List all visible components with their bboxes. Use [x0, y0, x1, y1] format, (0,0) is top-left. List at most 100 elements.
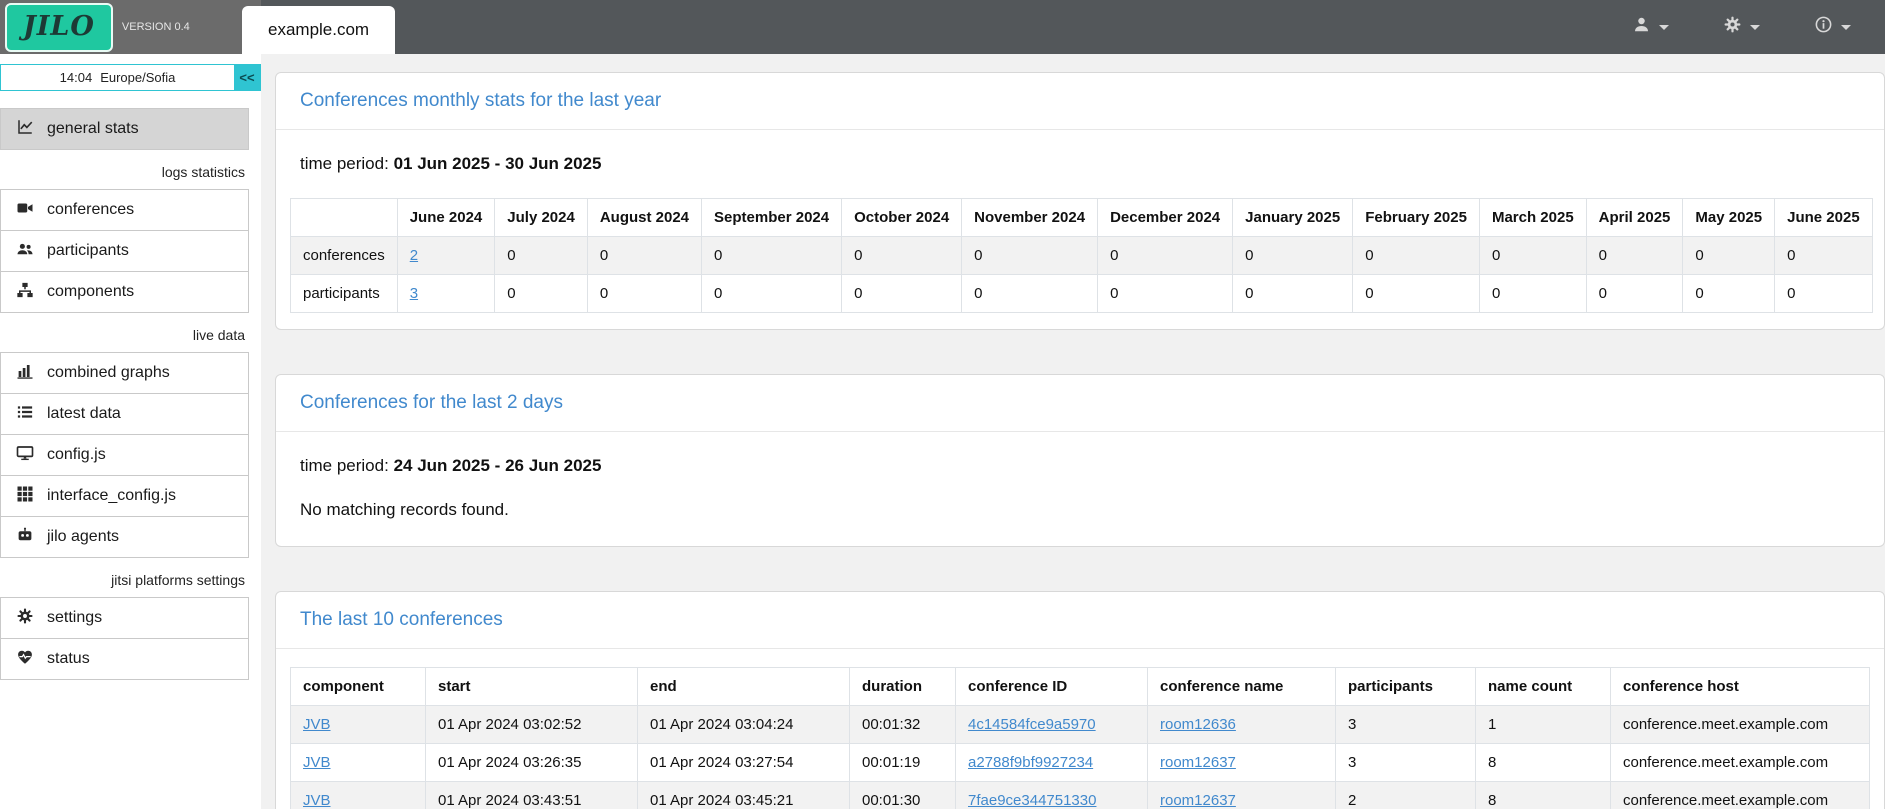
- users-icon: [16, 240, 34, 263]
- card-header: Conferences for the last 2 days: [276, 375, 1884, 432]
- table-row: JVB01 Apr 2024 03:43:5101 Apr 2024 03:45…: [291, 782, 1870, 809]
- tab-example-com[interactable]: example.com: [242, 6, 395, 54]
- user-menu-button[interactable]: [1632, 15, 1669, 39]
- gear-icon: [1723, 15, 1742, 39]
- sidebar-item-participants[interactable]: participants: [0, 230, 249, 272]
- column-header: February 2025: [1353, 199, 1480, 237]
- sidebar-item-status[interactable]: status: [0, 638, 249, 680]
- column-header: March 2025: [1479, 199, 1586, 237]
- settings-menu-button[interactable]: [1723, 15, 1760, 39]
- chart-line-icon: [16, 118, 34, 141]
- sidebar-collapse-button[interactable]: <<: [234, 65, 260, 90]
- sidebar-item-conferences[interactable]: conferences: [0, 189, 249, 231]
- table-cell: 3: [397, 275, 495, 313]
- sidebar-nav: general stats logs statistics conference…: [0, 108, 249, 680]
- table-link[interactable]: a2788f9bf9927234: [968, 754, 1093, 771]
- table-row: JVB01 Apr 2024 03:02:5201 Apr 2024 03:04…: [291, 706, 1870, 744]
- table-cell: room12637: [1148, 782, 1336, 809]
- table-row: participants3000000000000: [291, 275, 1873, 313]
- column-header: December 2024: [1098, 199, 1233, 237]
- column-header: September 2024: [702, 199, 842, 237]
- table-cell: 0: [1479, 237, 1586, 275]
- card-title-last-2-days: Conferences for the last 2 days: [300, 392, 563, 413]
- topbar-menus: [1632, 15, 1885, 39]
- column-header: January 2025: [1233, 199, 1353, 237]
- list-icon: [16, 403, 34, 426]
- last-10-conferences-table: componentstartenddurationconference IDco…: [290, 667, 1870, 809]
- table-cell: 2: [1336, 782, 1476, 809]
- table-link[interactable]: room12637: [1160, 792, 1236, 809]
- time-period-label: time period:: [300, 456, 389, 475]
- column-header: October 2024: [842, 199, 962, 237]
- table-cell: room12637: [1148, 744, 1336, 782]
- table-cell: 8: [1476, 744, 1611, 782]
- table-cell: 3: [1336, 744, 1476, 782]
- table-cell: 0: [1775, 275, 1873, 313]
- sidebar-item-combined-graphs[interactable]: combined graphs: [0, 352, 249, 394]
- table-cell: 0: [1586, 237, 1683, 275]
- table-cell: 0: [1233, 275, 1353, 313]
- card-title-last-10-conferences: The last 10 conferences: [300, 609, 503, 630]
- table-cell: JVB: [291, 744, 426, 782]
- sidebar-item-label: settings: [47, 609, 102, 627]
- heart-pulse-icon: [16, 648, 34, 671]
- card-title-monthly-stats: Conferences monthly stats for the last y…: [300, 90, 661, 111]
- table-link[interactable]: JVB: [303, 792, 331, 809]
- table-row: conferences2000000000000: [291, 237, 1873, 275]
- card-body: componentstartenddurationconference IDco…: [276, 649, 1884, 809]
- table-link[interactable]: JVB: [303, 754, 331, 771]
- grid-icon: [16, 485, 34, 508]
- table-link[interactable]: 2: [410, 247, 418, 264]
- table-cell: conference.meet.example.com: [1611, 782, 1870, 809]
- table-link[interactable]: 7fae9ce344751330: [968, 792, 1096, 809]
- sidebar-item-components[interactable]: components: [0, 271, 249, 313]
- sidebar-item-jilo-agents[interactable]: jilo agents: [0, 516, 249, 558]
- caret-down-icon: [1841, 25, 1851, 30]
- section-label-live-data: live data: [0, 313, 249, 353]
- table-cell: 01 Apr 2024 03:43:51: [426, 782, 638, 809]
- column-header: duration: [850, 668, 956, 706]
- sidebar-item-latest-data[interactable]: latest data: [0, 393, 249, 435]
- clock-text: 14:04 Europe/Sofia: [1, 65, 234, 90]
- table-cell: room12636: [1148, 706, 1336, 744]
- info-menu-button[interactable]: [1814, 15, 1851, 39]
- column-header: conference host: [1611, 668, 1870, 706]
- table-link[interactable]: room12637: [1160, 754, 1236, 771]
- table-cell: 01 Apr 2024 03:27:54: [638, 744, 850, 782]
- column-header: participants: [1336, 668, 1476, 706]
- table-cell: 4c14584fce9a5970: [956, 706, 1148, 744]
- table-cell: participants: [291, 275, 398, 313]
- clock-timezone: Europe/Sofia: [100, 70, 175, 85]
- section-label-logs-statistics: logs statistics: [0, 150, 249, 190]
- card-last-2-days: Conferences for the last 2 days time per…: [275, 374, 1885, 547]
- table-cell: 1: [1476, 706, 1611, 744]
- table-cell: 0: [842, 237, 962, 275]
- card-header: The last 10 conferences: [276, 592, 1884, 649]
- table-cell: 0: [1479, 275, 1586, 313]
- card-monthly-stats: Conferences monthly stats for the last y…: [275, 72, 1885, 330]
- table-cell: 0: [495, 275, 588, 313]
- sidebar-item-general-stats[interactable]: general stats: [0, 108, 249, 150]
- table-cell: 01 Apr 2024 03:04:24: [638, 706, 850, 744]
- version-label: VERSION 0.4: [122, 21, 190, 33]
- table-cell: 0: [702, 237, 842, 275]
- clock-time: 14:04: [60, 70, 93, 85]
- card-body: time period: 24 Jun 2025 - 26 Jun 2025 N…: [276, 432, 1884, 546]
- sidebar-item-interface-config-js[interactable]: interface_config.js: [0, 475, 249, 517]
- table-link[interactable]: JVB: [303, 716, 331, 733]
- sidebar-item-config-js[interactable]: config.js: [0, 434, 249, 476]
- no-records-message: No matching records found.: [300, 500, 1870, 520]
- table-cell: 0: [1353, 237, 1480, 275]
- column-header: name count: [1476, 668, 1611, 706]
- table-link[interactable]: room12636: [1160, 716, 1236, 733]
- table-link[interactable]: 4c14584fce9a5970: [968, 716, 1096, 733]
- table-cell: 0: [587, 275, 701, 313]
- gear-icon: [16, 607, 34, 630]
- table-row: JVB01 Apr 2024 03:26:3501 Apr 2024 03:27…: [291, 744, 1870, 782]
- column-header: start: [426, 668, 638, 706]
- bar-chart-icon: [16, 362, 34, 385]
- sidebar-item-settings[interactable]: settings: [0, 597, 249, 639]
- table-cell: 0: [1098, 275, 1233, 313]
- table-link[interactable]: 3: [410, 285, 418, 302]
- table-cell: 0: [962, 275, 1098, 313]
